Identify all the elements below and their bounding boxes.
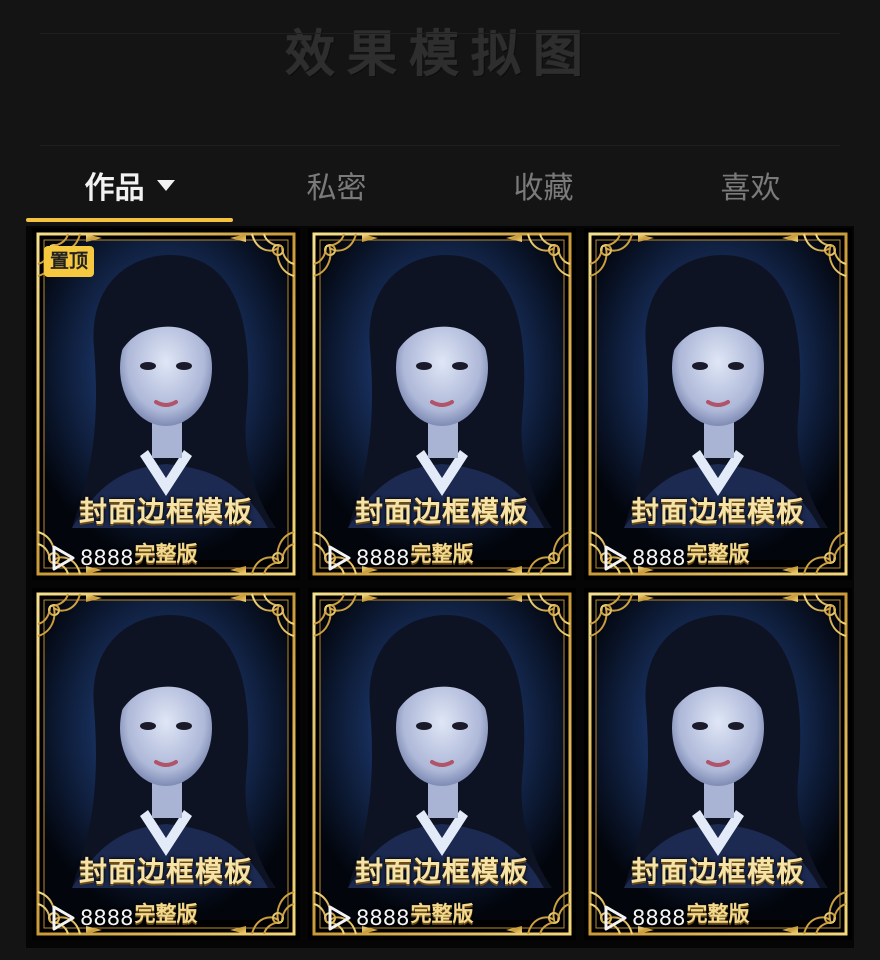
play-icon	[604, 545, 627, 571]
play-count-value: 8888	[632, 906, 686, 930]
header-divider	[40, 145, 840, 146]
tab-likes[interactable]: 喜欢	[647, 150, 854, 220]
video-card[interactable]: 封面边框模板 完整版 8888	[308, 228, 576, 580]
play-count: 8888	[50, 904, 133, 932]
play-icon	[52, 545, 75, 571]
cover-title: 封面边框模板	[354, 495, 529, 528]
cover-title: 封面边框模板	[78, 855, 253, 888]
play-icon	[52, 905, 75, 931]
play-count-value: 8888	[632, 546, 686, 570]
caret-down-icon[interactable]	[156, 179, 175, 191]
tab-label: 作品	[84, 171, 145, 206]
tab-works[interactable]: 作品	[26, 150, 233, 222]
pinned-badge: 置顶	[44, 246, 95, 277]
video-card[interactable]: 置顶 封面边框模板 完整版 8888	[32, 228, 300, 580]
play-count-value: 8888	[356, 546, 410, 570]
top-divider	[40, 33, 840, 34]
cover-title: 封面边框模板	[630, 495, 805, 528]
play-icon	[328, 905, 351, 931]
tab-favorites[interactable]: 收藏	[440, 150, 647, 220]
play-count: 8888	[326, 904, 409, 932]
play-count-value: 8888	[80, 546, 134, 570]
play-icon	[604, 905, 627, 931]
video-grid: 置顶 封面边框模板 完整版 8888 封面边框模板 完整版 8888 封面边框模…	[26, 226, 854, 948]
tab-label: 私密	[306, 171, 367, 206]
play-count-value: 8888	[356, 906, 410, 930]
play-count: 8888	[602, 544, 685, 572]
active-tab-indicator	[26, 218, 233, 222]
tab-label: 喜欢	[720, 171, 781, 206]
tab-bar: 作品 私密 收藏 喜欢	[26, 150, 854, 222]
play-count: 8888	[326, 544, 409, 572]
play-count-value: 8888	[80, 906, 134, 930]
video-card[interactable]: 封面边框模板 完整版 8888	[584, 588, 852, 940]
play-count: 8888	[50, 544, 133, 572]
page-title: 效果模拟图	[285, 24, 595, 83]
tab-label: 收藏	[513, 171, 574, 206]
cover-title: 封面边框模板	[354, 855, 529, 888]
video-card[interactable]: 封面边框模板 完整版 8888	[308, 588, 576, 940]
cover-title: 封面边框模板	[78, 495, 253, 528]
tab-private[interactable]: 私密	[233, 150, 440, 220]
play-count: 8888	[602, 904, 685, 932]
play-icon	[328, 545, 351, 571]
video-card[interactable]: 封面边框模板 完整版 8888	[584, 228, 852, 580]
cover-title: 封面边框模板	[630, 855, 805, 888]
video-card[interactable]: 封面边框模板 完整版 8888	[32, 588, 300, 940]
